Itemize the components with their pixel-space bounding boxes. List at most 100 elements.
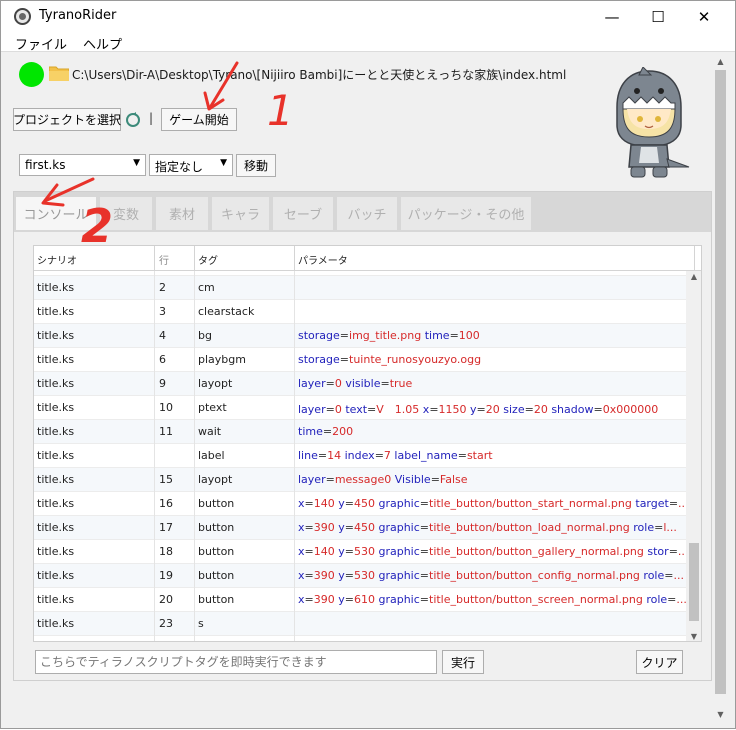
minimize-button[interactable]: — — [589, 1, 635, 32]
maximize-button[interactable]: ☐ — [635, 1, 681, 32]
tab-save[interactable]: セーブ — [273, 197, 333, 230]
cell-tag: clearstack — [198, 305, 255, 318]
table-row[interactable]: title.ks 23 s — [34, 612, 686, 636]
cell-tag: button — [198, 497, 235, 510]
cell-params: x=390 y=610 graphic=title_button/button_… — [298, 593, 687, 606]
cell-tag: button — [198, 521, 235, 534]
param-value: true — [389, 377, 413, 390]
cell-scenario: title.ks — [37, 545, 75, 558]
tab-console[interactable]: コンソール — [16, 197, 96, 230]
scrollbar-thumb[interactable] — [715, 70, 726, 694]
param-key: storage — [298, 329, 340, 342]
table-row[interactable]: title.ks 6 playbgm storage=tuinte_runosyouz… — [34, 348, 686, 372]
game-start-button[interactable]: ゲーム開始 — [161, 108, 237, 131]
param-value: 390 — [313, 521, 335, 534]
param-value: ... — [673, 569, 684, 582]
table-row[interactable]: title.ks 18 button x=140 y=530 graphic=titl… — [34, 540, 688, 564]
table-row[interactable]: title.ks 19 button x=390 y=530 graphic=titl… — [34, 564, 686, 588]
tag-command-input[interactable] — [35, 650, 437, 674]
header-line[interactable]: 行 — [159, 252, 169, 267]
param-value: 7 — [383, 449, 391, 462]
menu-file[interactable]: ファイル — [15, 34, 67, 53]
cell-params: layer=0 visible=true — [298, 377, 413, 390]
app-window: TyranoRider — ☐ ✕ ファイル ヘルプ ▲ ▼ C:\Users\… — [0, 0, 736, 729]
scroll-down-arrow-icon[interactable]: ▼ — [712, 706, 729, 723]
header-scenario[interactable]: シナリオ — [37, 252, 77, 267]
close-button[interactable]: ✕ — [681, 1, 727, 32]
cell-line: 19 — [159, 569, 173, 582]
cell-scenario: title.ks — [37, 377, 75, 390]
table-row[interactable]: title.ks 3 clearstack — [34, 300, 686, 324]
tab-assets[interactable]: 素材 — [156, 197, 208, 230]
header-divider — [194, 246, 195, 271]
param-key: role — [643, 569, 665, 582]
tab-characters[interactable]: キャラ — [212, 197, 269, 230]
param-key: time — [298, 425, 323, 438]
param-value: 0x000000 — [602, 403, 659, 416]
status-indicator — [19, 62, 44, 87]
cell-line: 2 — [159, 281, 166, 294]
param-key: size — [503, 403, 525, 416]
scroll-down-arrow-icon[interactable]: ▼ — [686, 632, 701, 641]
window-title: TyranoRider — [39, 8, 117, 23]
tab-package-other[interactable]: パッケージ・その他 — [401, 197, 531, 230]
param-key: layer — [298, 377, 326, 390]
param-value: title_button/button_screen_normal.png — [429, 593, 643, 606]
param-key: shadow — [551, 403, 594, 416]
param-value: title_button/button_start_normal.png — [429, 497, 632, 510]
cell-params: layer=0 text=V 1.05 x=1150 y=20 size=20 … — [298, 403, 659, 416]
project-path: C:\Users\Dir-A\Desktop\Tyrano\[Nijiiro B… — [72, 68, 567, 82]
label-select[interactable]: 指定なし ▼ — [149, 154, 233, 176]
header-params[interactable]: パラメータ — [298, 252, 348, 267]
reload-icon[interactable] — [125, 112, 141, 128]
window-scrollbar[interactable]: ▲ ▼ — [712, 53, 729, 723]
cell-tag: cm — [198, 281, 215, 294]
scroll-up-arrow-icon[interactable]: ▲ — [712, 53, 729, 70]
param-value: False — [439, 473, 468, 486]
chevron-down-icon: ▼ — [133, 158, 140, 168]
param-value: 140 — [313, 545, 335, 558]
menu-help[interactable]: ヘルプ — [83, 34, 122, 53]
table-row[interactable]: title.ks label line=14 index=7 label_name=… — [34, 444, 686, 468]
param-key: graphic — [378, 521, 420, 534]
cell-line: 15 — [159, 473, 173, 486]
scroll-up-arrow-icon[interactable]: ▲ — [686, 272, 701, 281]
tab-batch[interactable]: バッチ — [337, 197, 397, 230]
table-row[interactable]: title.ks 16 button x=140 y=450 graphic=titl… — [34, 492, 689, 516]
scenario-file-value: first.ks — [25, 158, 66, 172]
execute-button[interactable]: 実行 — [442, 650, 484, 674]
mascot-shark-character — [616, 67, 690, 178]
table-scrollbar[interactable]: ▲ ▼ — [686, 271, 701, 641]
cell-scenario: title.ks — [37, 329, 75, 342]
cell-tag: s — [198, 617, 204, 630]
label-select-value: 指定なし — [155, 160, 204, 174]
cell-line: 16 — [159, 497, 173, 510]
table-row[interactable]: title.ks 15 layopt layer=message0 Visible=F… — [34, 468, 686, 492]
table-row[interactable]: title.ks 9 layopt layer=0 visible=true — [34, 372, 686, 396]
scenario-file-select[interactable]: first.ks ▼ — [19, 154, 146, 176]
param-key: graphic — [378, 545, 420, 558]
header-tag[interactable]: タグ — [198, 252, 218, 267]
clear-button[interactable]: クリア — [636, 650, 683, 674]
cell-params: layer=message0 Visible=False — [298, 473, 468, 486]
header-divider — [694, 246, 695, 271]
tab-variables[interactable]: 変数 — [100, 197, 152, 230]
select-project-button[interactable]: プロジェクトを選択 — [13, 108, 121, 131]
param-key: role — [646, 593, 668, 606]
table-row[interactable]: title.ks 20 button x=390 y=610 graphic=titl… — [34, 588, 687, 612]
cell-scenario: title.ks — [37, 281, 75, 294]
column-divider — [154, 271, 155, 641]
table-row[interactable]: title.ks 17 button x=390 y=450 graphic=titl… — [34, 516, 686, 540]
cell-tag: layopt — [198, 377, 233, 390]
cell-params: storage=img_title.png time=100 — [298, 329, 480, 342]
move-button[interactable]: 移動 — [236, 154, 276, 177]
table-row[interactable]: title.ks 11 wait time=200 — [34, 420, 686, 444]
table-row[interactable]: title.ks 10 ptext layer=0 text=V 1.05 x=115… — [34, 396, 686, 420]
title-bar: TyranoRider — ☐ ✕ — [1, 1, 735, 32]
param-key: index — [344, 449, 375, 462]
table-row[interactable]: title.ks 2 cm — [34, 276, 686, 300]
param-key: text — [345, 403, 368, 416]
param-value: 20 — [485, 403, 500, 416]
table-row[interactable]: title.ks 4 bg storage=img_title.png time=10… — [34, 324, 686, 348]
table-scrollbar-thumb[interactable] — [689, 543, 699, 621]
